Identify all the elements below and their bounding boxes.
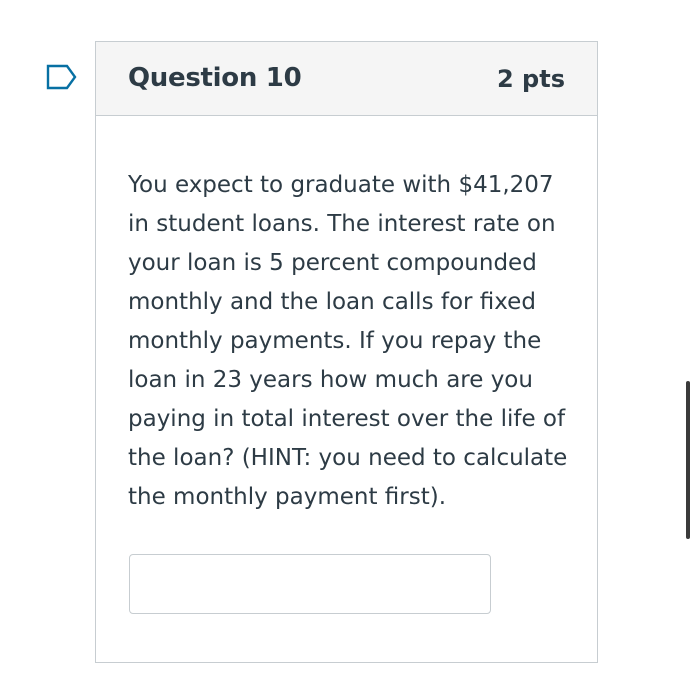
answer-input[interactable]	[129, 554, 491, 614]
bookmark-flag-icon[interactable]	[46, 64, 78, 90]
quiz-page: Question 10 2 pts You expect to graduate…	[0, 0, 696, 700]
question-points: 2 pts	[497, 65, 565, 93]
question-header: Question 10 2 pts	[96, 42, 597, 116]
question-card: Question 10 2 pts You expect to graduate…	[95, 41, 598, 663]
question-text: You expect to graduate with $41,207 in s…	[128, 172, 568, 510]
question-title: Question 10	[128, 63, 302, 93]
scrollbar-thumb[interactable]	[686, 381, 690, 539]
